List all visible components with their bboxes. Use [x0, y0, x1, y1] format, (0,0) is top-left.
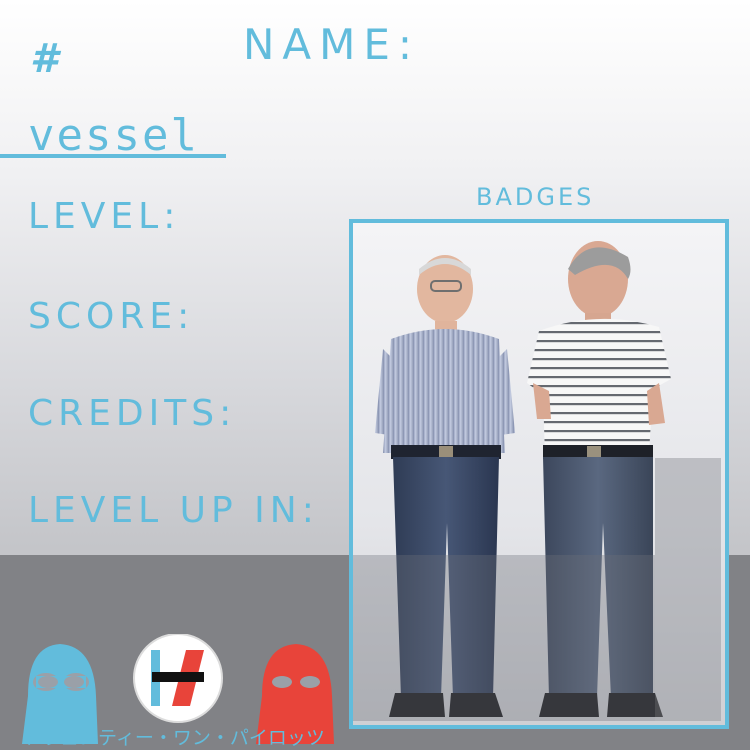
badges-title: BADGES — [476, 183, 595, 211]
level-label: LEVEL: — [28, 196, 181, 237]
album-photo — [353, 223, 725, 725]
band-tagline: トウェンティー・ワン・パイロッツ — [22, 727, 325, 749]
level-up-label: LEVEL UP IN: — [28, 490, 319, 531]
badges-photo-frame — [349, 219, 729, 729]
credits-label: CREDITS: — [28, 393, 237, 434]
profile-card: # NAME: vessel LEVEL: SCORE: CREDITS: LE… — [0, 0, 750, 750]
score-label: SCORE: — [28, 296, 195, 337]
hash-symbol: # — [30, 36, 58, 82]
username-underline — [0, 154, 226, 158]
name-label: NAME: — [243, 20, 421, 69]
band-logo-icon — [133, 634, 223, 723]
